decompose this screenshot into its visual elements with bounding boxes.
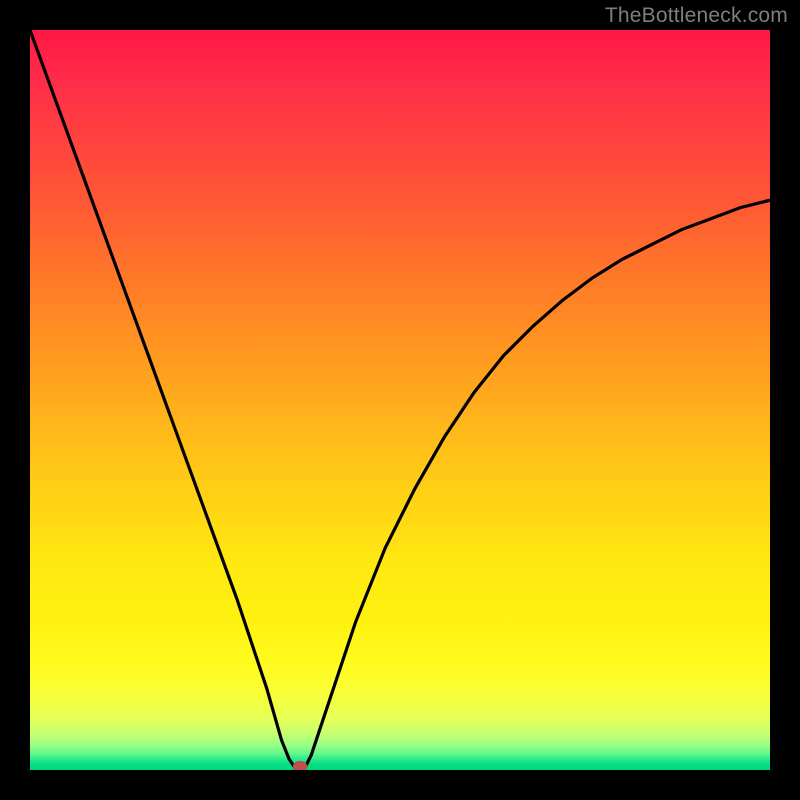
watermark-text: TheBottleneck.com (605, 4, 788, 28)
optimum-marker (293, 761, 307, 770)
curve-layer (30, 30, 770, 770)
plot-area (30, 30, 770, 770)
bottleneck-curve-path (30, 30, 770, 770)
chart-frame: TheBottleneck.com (0, 0, 800, 800)
